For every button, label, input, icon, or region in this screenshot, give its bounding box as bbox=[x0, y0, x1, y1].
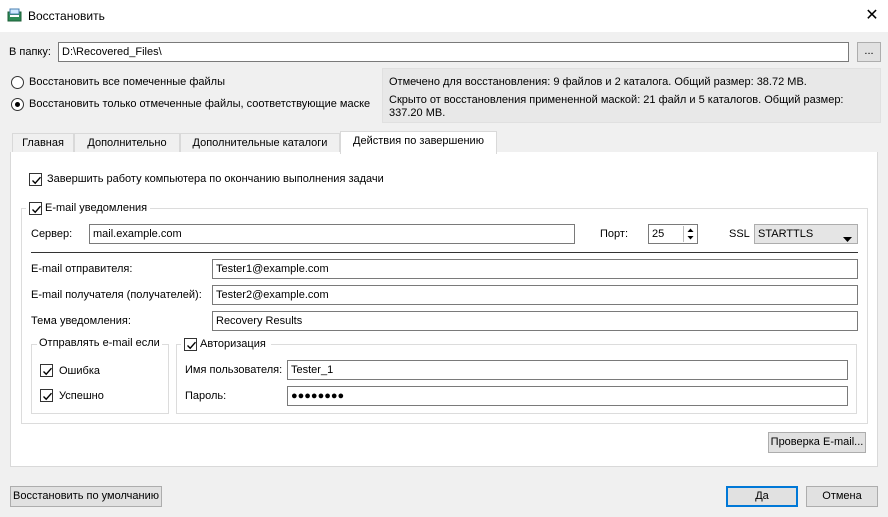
hidden-summary-line2: 337.20 MB. bbox=[389, 107, 446, 119]
shutdown-label: Завершить работу компьютера по окончанию… bbox=[47, 173, 384, 185]
auth-checkbox[interactable] bbox=[184, 338, 197, 351]
radio-restore-all-label: Восстановить все помеченные файлы bbox=[29, 76, 225, 88]
on-error-checkbox[interactable] bbox=[40, 364, 53, 377]
recipient-input[interactable]: Tester2@example.com bbox=[212, 285, 858, 305]
marked-summary: Отмечено для восстановления: 9 файлов и … bbox=[389, 76, 807, 88]
port-value: 25 bbox=[652, 228, 665, 240]
restore-defaults-button[interactable]: Восстановить по умолчанию bbox=[10, 486, 162, 507]
sender-label: E-mail отправителя: bbox=[31, 263, 133, 275]
browse-button[interactable]: ... bbox=[857, 42, 881, 62]
server-input[interactable]: mail.example.com bbox=[89, 224, 575, 244]
window-title: Восстановить bbox=[28, 9, 105, 23]
password-input[interactable]: ●●●●●●●● bbox=[287, 386, 848, 406]
email-group-label: E-mail уведомления bbox=[45, 202, 148, 214]
ssl-select[interactable]: STARTTLS bbox=[754, 224, 858, 244]
radio-restore-masked-label: Восстановить только отмеченные файлы, со… bbox=[29, 98, 371, 110]
email-enabled-checkbox[interactable] bbox=[29, 202, 42, 215]
username-label: Имя пользователя: bbox=[185, 364, 283, 376]
checkmark-icon bbox=[43, 392, 53, 401]
subject-input[interactable]: Recovery Results bbox=[212, 311, 858, 331]
subject-label: Тема уведомления: bbox=[31, 315, 131, 327]
auth-label: Авторизация bbox=[200, 338, 266, 350]
title-bar bbox=[0, 0, 888, 32]
radio-restore-masked[interactable] bbox=[11, 98, 24, 111]
ok-button[interactable]: Да bbox=[726, 486, 798, 507]
tab-advanced[interactable]: Дополнительно bbox=[74, 133, 180, 153]
separator-line bbox=[31, 252, 858, 253]
ssl-label: SSL bbox=[729, 228, 750, 240]
radio-restore-all[interactable] bbox=[11, 76, 24, 89]
spin-arrows-icon[interactable] bbox=[683, 226, 696, 242]
hidden-summary-line1: Скрыто от восстановления примененной мас… bbox=[389, 94, 844, 106]
folder-label: В папку: bbox=[9, 46, 51, 58]
ssl-value: STARTTLS bbox=[758, 228, 814, 240]
on-success-checkbox[interactable] bbox=[40, 389, 53, 402]
server-label: Сервер: bbox=[31, 228, 73, 240]
port-label: Порт: bbox=[600, 228, 628, 240]
tab-extra-folders[interactable]: Дополнительные каталоги bbox=[180, 133, 340, 153]
sender-input[interactable]: Tester1@example.com bbox=[212, 259, 858, 279]
folder-input[interactable]: D:\Recovered_Files\ bbox=[58, 42, 849, 62]
close-icon[interactable]: ✕ bbox=[858, 4, 886, 28]
password-label: Пароль: bbox=[185, 390, 227, 402]
checkmark-icon bbox=[43, 367, 53, 376]
tab-completion-actions[interactable]: Действия по завершению bbox=[340, 131, 497, 154]
send-if-label: Отправлять e-mail если bbox=[37, 337, 162, 349]
username-input[interactable]: Tester_1 bbox=[287, 360, 848, 380]
send-if-group bbox=[31, 344, 169, 414]
test-email-button[interactable]: Проверка E-mail... bbox=[768, 432, 866, 453]
tab-main[interactable]: Главная bbox=[12, 133, 74, 153]
recipient-label: E-mail получателя (получателей): bbox=[31, 289, 202, 301]
checkmark-icon bbox=[32, 176, 42, 185]
port-stepper[interactable]: 25 bbox=[648, 224, 698, 244]
shutdown-checkbox[interactable] bbox=[29, 173, 42, 186]
cancel-button[interactable]: Отмена bbox=[806, 486, 878, 507]
on-error-label: Ошибка bbox=[59, 365, 100, 377]
checkmark-icon bbox=[187, 341, 197, 350]
on-success-label: Успешно bbox=[59, 390, 104, 402]
dropdown-arrow-icon bbox=[843, 231, 852, 249]
app-recovery-icon bbox=[7, 7, 23, 23]
checkmark-icon bbox=[32, 205, 42, 214]
summary-box: Отмечено для восстановления: 9 файлов и … bbox=[382, 68, 881, 123]
